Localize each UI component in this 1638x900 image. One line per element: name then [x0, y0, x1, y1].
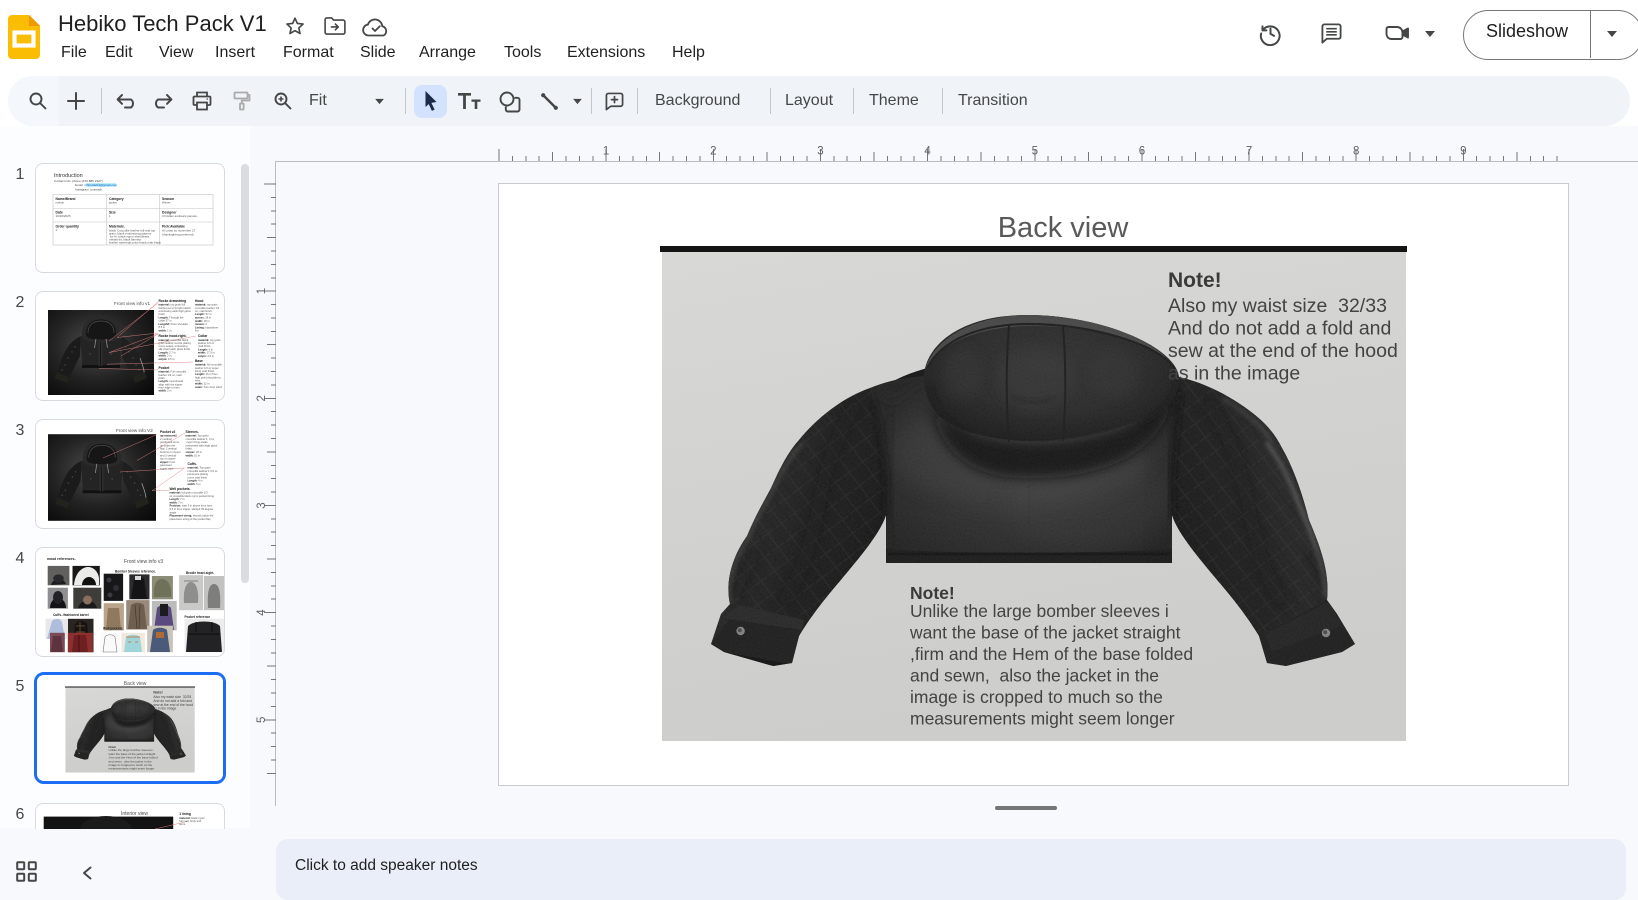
svg-text:Winter: Winter [162, 201, 171, 205]
svg-text:7: 7 [1246, 146, 1252, 158]
svg-text:width: 1 in.: width: 1 in. [158, 329, 173, 333]
svg-text:Christian andreani,pamelo.: Christian andreani,pamelo. [162, 214, 198, 218]
svg-text:Lininig: blacksilver: Lininig: blacksilver [195, 325, 218, 329]
svg-text:extym: 0.5 in.: extym: 0.5 in. [159, 357, 176, 361]
svg-text:extym: 4.5 in: extym: 4.5 in [198, 354, 214, 358]
svg-text:zipper rope: zipper rope [160, 467, 174, 471]
svg-text:melvin: melvin [56, 201, 65, 205]
svg-text:Cuffs../fashioned barrel: Cuffs../fashioned barrel [53, 613, 89, 617]
svg-text:4: 4 [924, 146, 931, 158]
svg-text:width: 2 in: width: 2 in [158, 389, 173, 393]
svg-text:width: 5 in: width: 5 in [187, 482, 202, 486]
svg-text:8: 8 [1353, 146, 1359, 158]
svg-text:2: 2 [710, 146, 716, 158]
svg-text:Front view info v1: Front view info v1 [114, 301, 150, 306]
svg-text:1: 1 [56, 228, 58, 232]
svg-text:Hood: Hood [195, 299, 203, 303]
svg-text:3: 3 [256, 502, 268, 508]
svg-text:Brodie tmari.sight.: Brodie tmari.sight. [186, 571, 214, 575]
svg-text:jacket: jacket [108, 201, 117, 205]
svg-text:finish.: finish. [159, 312, 166, 316]
svg-text:Front view info V2: Front view info V2 [116, 428, 153, 433]
svg-text:5: 5 [1032, 146, 1038, 158]
svg-text:1: 1 [256, 288, 268, 294]
svg-text:6: 6 [1139, 146, 1145, 158]
svg-text:Cuffs.: Cuffs. [188, 462, 197, 466]
svg-text:5: 5 [256, 717, 268, 723]
svg-text:Pocket: Pocket [159, 366, 171, 370]
svg-text:width: 10 in: width: 10 in [185, 453, 201, 457]
svg-text:5.5 in from zipper, slanted 45: 5.5 in from zipper, slanted 45 degree [170, 507, 214, 511]
svg-text:3: 3 [817, 146, 823, 158]
svg-text:Front view info v3: Front view info v3 [124, 559, 163, 565]
svg-text:2: 2 [256, 395, 268, 401]
svg-text:Order quantity: Order quantity [56, 225, 79, 229]
svg-text:4: 4 [256, 609, 268, 616]
svg-text:1 lining: 1 lining [179, 812, 191, 816]
svg-text:Rocke hood.right.: Rocke hood.right. [159, 334, 187, 338]
svg-text:Well pockets.: Well pockets. [170, 487, 191, 491]
svg-text:Interior view: Interior view [121, 811, 148, 817]
svg-text:L: L [109, 214, 111, 218]
svg-text:Bomber Sleeves reference.: Bomber Sleeves reference. [115, 570, 156, 574]
svg-text:10/20/2025: 10/20/2025 [56, 214, 71, 218]
svg-text:arms: arms [179, 822, 186, 826]
svg-text:8.5 in: 8.5 in [159, 325, 166, 329]
svg-text:1: 1 [603, 146, 609, 158]
svg-text:lint: lint [195, 329, 199, 333]
svg-text:Well pockets.: Well pockets. [103, 627, 123, 631]
svg-text:Sleeves.: Sleeves. [186, 430, 199, 434]
svg-text:(thanksgiving preferred): (thanksgiving preferred) [162, 233, 194, 237]
svg-text:Instagram lynnesth.: Instagram lynnesth. [75, 187, 103, 191]
svg-text:Rocke drawstring: Rocke drawstring [159, 299, 187, 303]
svg-text:mood references..: mood references.. [47, 557, 76, 561]
svg-text:placement·string of the pocket: placement·string of the pocket flap [170, 517, 212, 521]
svg-text:leather sateringh,price black,: leather sateringh,price black,matt black [109, 241, 162, 245]
svg-text:Pocket reference: Pocket reference [185, 615, 211, 619]
svg-text:Collar: Collar [198, 334, 208, 338]
svg-text:seam: Turn-hour stitch: seam: Turn-hour stitch [195, 385, 223, 389]
svg-text:Pocket v2: Pocket v2 [160, 430, 176, 434]
svg-text:9: 9 [1460, 146, 1466, 158]
svg-text:Base: Base [195, 359, 203, 363]
